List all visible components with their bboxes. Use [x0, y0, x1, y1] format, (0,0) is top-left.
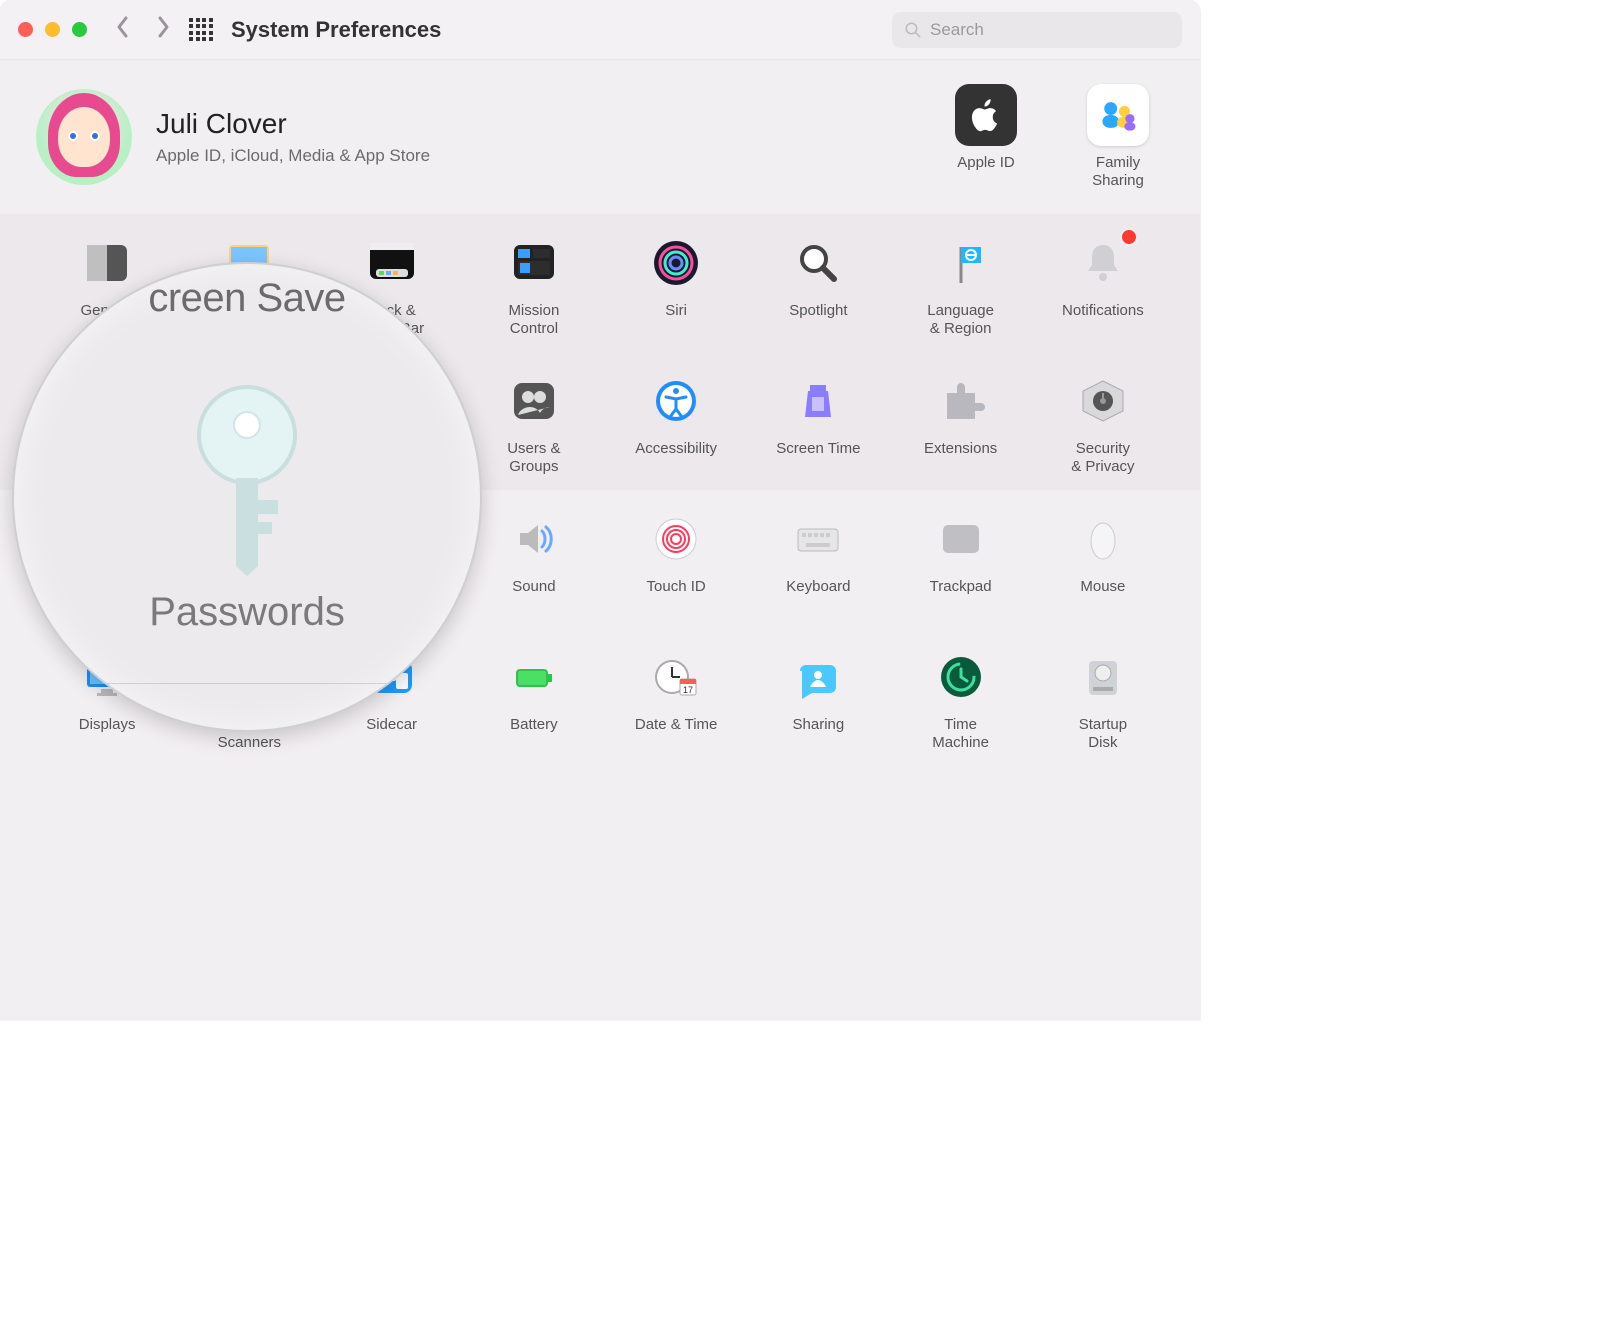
apple-id-button[interactable]: Apple ID [940, 84, 1032, 190]
date-time-icon: 17 [645, 646, 707, 708]
back-button[interactable] [115, 14, 131, 46]
mission-control-icon [503, 232, 565, 294]
language-region-icon [930, 232, 992, 294]
zoom-window-button[interactable] [72, 22, 87, 37]
pref-siri[interactable]: Siri [609, 232, 743, 342]
keyboard-icon [787, 508, 849, 570]
dock-icon [361, 232, 423, 294]
battery-icon [503, 646, 565, 708]
family-sharing-button[interactable]: FamilySharing [1072, 84, 1164, 190]
passwords-icon-large [182, 380, 312, 580]
screen-time-icon [787, 370, 849, 432]
touch-id-icon [645, 508, 707, 570]
pref-users-groups[interactable]: Users &Groups [467, 370, 601, 480]
pref-trackpad[interactable]: Trackpad [894, 508, 1028, 618]
search-input[interactable] [930, 20, 1170, 40]
pref-sound[interactable]: Sound [467, 508, 601, 618]
pref-date-time[interactable]: 17 Date & Time [609, 646, 743, 756]
profile-row: Juli Clover Apple ID, iCloud, Media & Ap… [0, 60, 1200, 214]
pref-mouse[interactable]: Mouse [1036, 508, 1170, 618]
user-subtitle: Apple ID, iCloud, Media & App Store [156, 146, 430, 166]
window-title: System Preferences [231, 17, 441, 43]
pref-startup-disk[interactable]: StartupDisk [1036, 646, 1170, 756]
nav-arrows [115, 14, 171, 46]
pref-accessibility[interactable]: Accessibility [609, 370, 743, 480]
magnifier-label: Passwords [149, 590, 345, 635]
apple-id-label: Apple ID [957, 154, 1015, 172]
pref-screen-time[interactable]: Screen Time [751, 370, 885, 480]
pref-battery[interactable]: Battery [467, 646, 601, 756]
pref-mission-control[interactable]: MissionControl [467, 232, 601, 342]
svg-text:17: 17 [683, 685, 693, 695]
pref-extensions[interactable]: Extensions [894, 370, 1028, 480]
security-icon [1072, 370, 1134, 432]
user-name: Juli Clover [156, 108, 430, 140]
titlebar: System Preferences [0, 0, 1200, 60]
apple-logo-icon [955, 84, 1017, 146]
pref-touch-id[interactable]: Touch ID [609, 508, 743, 618]
search-field[interactable] [892, 12, 1182, 48]
pref-sharing[interactable]: Sharing [751, 646, 885, 756]
close-window-button[interactable] [18, 22, 33, 37]
time-machine-icon [930, 646, 992, 708]
siri-icon [645, 232, 707, 294]
general-icon [76, 232, 138, 294]
trackpad-icon [930, 508, 992, 570]
family-sharing-label: FamilySharing [1092, 154, 1144, 190]
forward-button[interactable] [155, 14, 171, 46]
minimize-window-button[interactable] [45, 22, 60, 37]
magnifier-overlay: creen Save Passwords [12, 262, 482, 732]
extensions-icon [930, 370, 992, 432]
pref-keyboard[interactable]: Keyboard [751, 508, 885, 618]
startup-disk-icon [1072, 646, 1134, 708]
magnifier-top-text: creen Save [148, 276, 345, 321]
pref-notifications[interactable]: Notifications [1036, 232, 1170, 342]
pref-spotlight[interactable]: Spotlight [751, 232, 885, 342]
search-icon [904, 21, 922, 39]
profile-text[interactable]: Juli Clover Apple ID, iCloud, Media & Ap… [156, 108, 430, 166]
notifications-icon [1072, 232, 1134, 294]
sound-icon [503, 508, 565, 570]
spotlight-icon [787, 232, 849, 294]
accessibility-icon [645, 370, 707, 432]
mouse-icon [1072, 508, 1134, 570]
pref-security-privacy[interactable]: Security& Privacy [1036, 370, 1170, 480]
users-groups-icon [503, 370, 565, 432]
sharing-icon [787, 646, 849, 708]
user-avatar[interactable] [36, 89, 132, 185]
traffic-lights [18, 22, 87, 37]
system-preferences-window: System Preferences Juli Clover Apple ID,… [0, 0, 1200, 1020]
pref-language-region[interactable]: Language& Region [894, 232, 1028, 342]
pref-time-machine[interactable]: TimeMachine [894, 646, 1028, 756]
family-icon [1087, 84, 1149, 146]
show-all-button[interactable] [189, 18, 213, 42]
